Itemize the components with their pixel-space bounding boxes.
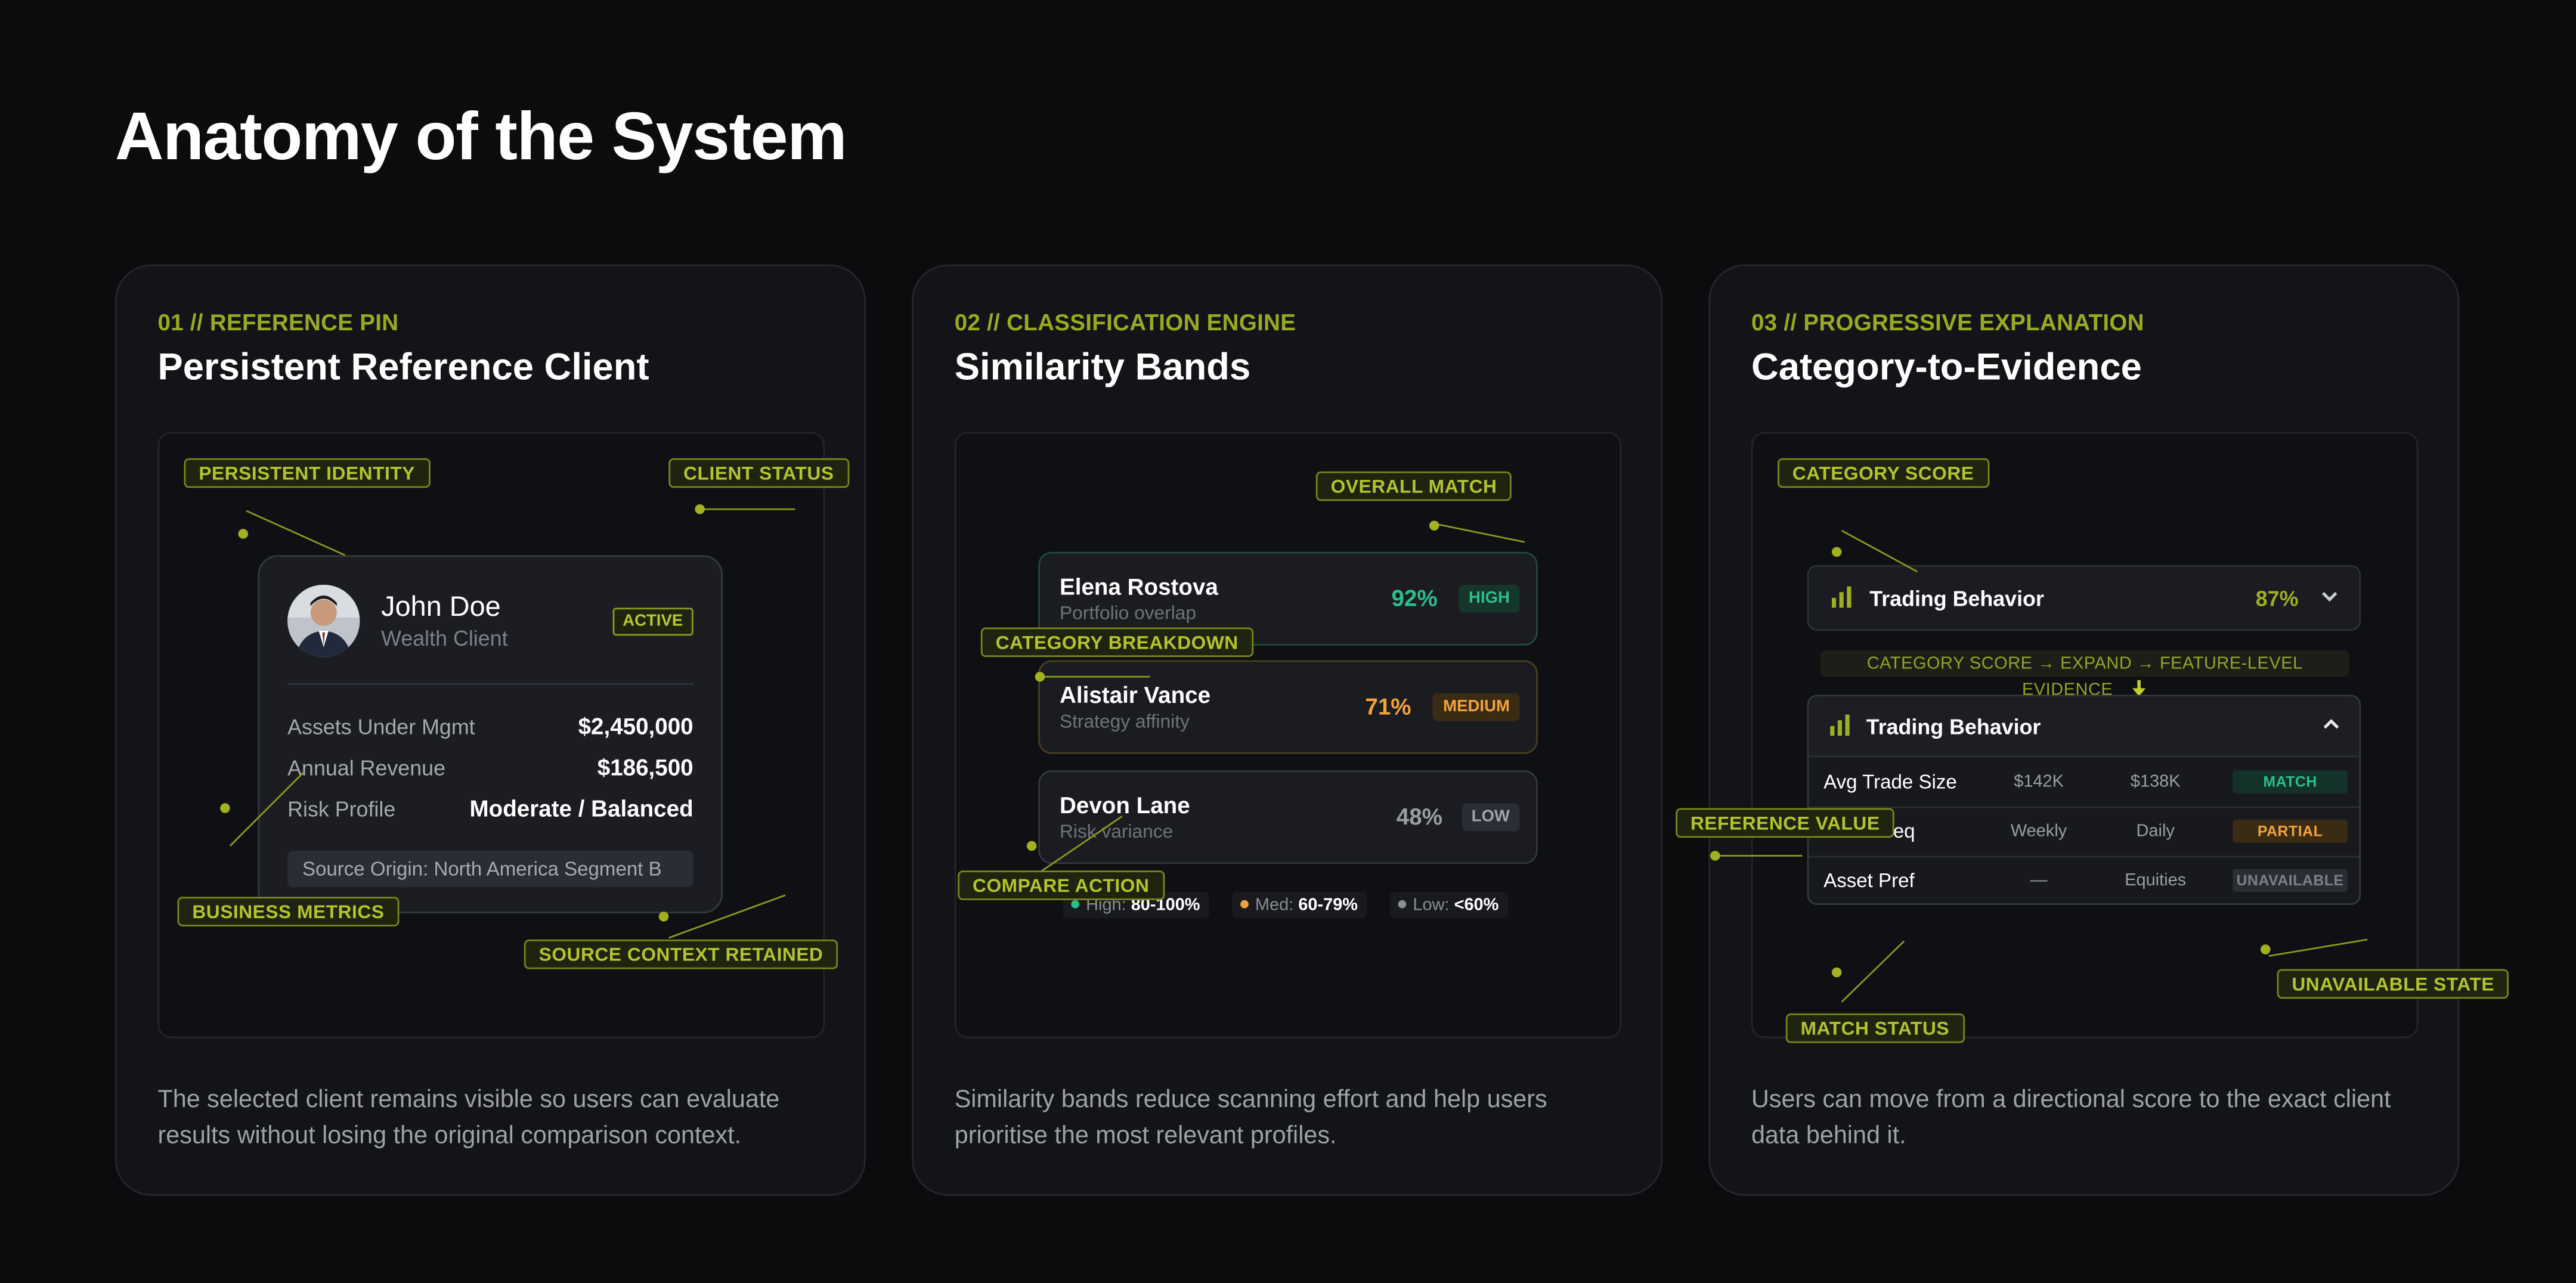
- page-title: Anatomy of the System: [114, 98, 847, 175]
- panel-eyebrow: 02 // CLASSIFICATION ENGINE: [954, 308, 1296, 336]
- feature-name: Asset Pref: [1823, 869, 1915, 892]
- bar-chart-icon: [1830, 714, 1850, 744]
- panel-description: The selected client remains visible so u…: [157, 1086, 780, 1150]
- source-origin: Source Origin: North America Segment B: [287, 851, 693, 887]
- match-name: Elena Rostova: [1060, 573, 1218, 600]
- client-name: John Doe: [381, 591, 501, 623]
- match-row-medium[interactable]: Alistair Vance Strategy affinity 71% MED…: [1038, 660, 1538, 754]
- status-badge-unavailable: UNAVAILABLE: [2233, 869, 2348, 892]
- legend-label: Low:: [1413, 895, 1450, 915]
- chevron-up-icon[interactable]: [2321, 713, 2341, 744]
- legend-dot-icon: [1240, 900, 1249, 909]
- metric-value-revenue: $186,500: [597, 754, 693, 780]
- evidence-header[interactable]: Trading Behavior: [1809, 696, 2360, 758]
- metric-label-revenue: Annual Revenue: [287, 755, 446, 780]
- reference-value: Weekly: [2010, 821, 2067, 841]
- metric-label-aum: Assets Under Mgmt: [287, 714, 475, 739]
- bar-chart-icon: [1831, 586, 1852, 616]
- candidate-value: $138K: [2130, 771, 2181, 792]
- match-percent: 92%: [1391, 584, 1438, 611]
- candidate-value: Daily: [2136, 821, 2175, 841]
- band-badge-medium: MEDIUM: [1433, 693, 1520, 721]
- match-percent: 71%: [1365, 693, 1411, 720]
- chevron-down-icon[interactable]: [2320, 585, 2339, 616]
- band-badge-low: LOW: [1462, 803, 1520, 832]
- flow-hint: CATEGORY SCORE → EXPAND → FEATURE-LEVEL …: [1820, 650, 2349, 700]
- panel-title: Persistent Reference Client: [157, 345, 649, 388]
- candidate-value: Equities: [2125, 870, 2187, 891]
- metric-label-risk: Risk Profile: [287, 797, 396, 822]
- match-subtitle: Risk variance: [1060, 823, 1174, 843]
- panel-title: Category-to-Evidence: [1751, 345, 2142, 388]
- status-badge-partial: PARTIAL: [2233, 819, 2348, 843]
- client-role: Wealth Client: [381, 625, 508, 651]
- match-subtitle: Strategy affinity: [1060, 712, 1190, 733]
- category-score: 87%: [2255, 586, 2299, 611]
- panel-description: Similarity bands reduce scanning effort …: [954, 1086, 1547, 1150]
- status-badge-match: MATCH: [2233, 770, 2348, 794]
- reference-client-card[interactable]: John Doe Wealth Client ACTIVE Assets Und…: [258, 555, 723, 913]
- match-row-low[interactable]: Devon Lane Risk variance 48% LOW: [1038, 770, 1538, 864]
- evidence-row: Avg Trade Size $142K $138K MATCH: [1809, 757, 2360, 808]
- match-percent: 48%: [1396, 803, 1442, 830]
- evidence-row: Asset Pref — Equities UNAVAILABLE: [1809, 856, 2359, 903]
- callout-client-status: CLIENT STATUS: [668, 458, 849, 488]
- panel-eyebrow: 03 // PROGRESSIVE EXPLANATION: [1751, 308, 2144, 336]
- evidence-title: Trading Behavior: [1866, 714, 2041, 739]
- callout-business-metrics: BUSINESS METRICS: [177, 897, 400, 926]
- panel-title: Similarity Bands: [954, 345, 1251, 388]
- category-name: Trading Behavior: [1869, 586, 2044, 611]
- callout-unavailable-state: UNAVAILABLE STATE: [2277, 969, 2509, 999]
- callout-persistent-identity: PERSISTENT IDENTITY: [184, 458, 430, 488]
- match-subtitle: Portfolio overlap: [1060, 604, 1197, 624]
- feature-name: Avg Trade Size: [1823, 770, 1957, 794]
- band-badge-high: HIGH: [1459, 584, 1520, 613]
- callout-category-breakdown: CATEGORY BREAKDOWN: [980, 627, 1253, 658]
- callout-match-status: MATCH STATUS: [1785, 1013, 1964, 1043]
- callout-category-score: CATEGORY SCORE: [1778, 458, 1989, 488]
- legend-range: 60-79%: [1298, 895, 1358, 915]
- legend-medium: Med: 60-79%: [1232, 892, 1368, 919]
- callout-overall-match: OVERALL MATCH: [1315, 471, 1512, 501]
- callout-compare-action: COMPARE ACTION: [958, 870, 1165, 900]
- reference-value: —: [2030, 870, 2048, 891]
- category-row-collapsed[interactable]: Trading Behavior 87%: [1807, 565, 2361, 631]
- legend-range: <60%: [1454, 895, 1499, 915]
- status-badge: ACTIVE: [612, 608, 693, 636]
- canvas: Anatomy of the System 01 // REFERENCE PI…: [0, 0, 2576, 1283]
- evidence-panel-expanded: Trading Behavior Avg Trade Size $142K $1…: [1807, 695, 2361, 906]
- legend-dot-icon: [1398, 900, 1407, 909]
- match-name: Devon Lane: [1060, 791, 1190, 819]
- match-name: Alistair Vance: [1060, 681, 1211, 708]
- legend-label: Med:: [1255, 895, 1294, 915]
- reference-value: $142K: [2014, 771, 2064, 792]
- divider: [287, 683, 693, 685]
- panel-description: Users can move from a directional score …: [1751, 1086, 2391, 1150]
- legend-low: Low: <60%: [1389, 892, 1509, 919]
- callout-source-context: SOURCE CONTEXT RETAINED: [524, 939, 838, 969]
- avatar: [287, 584, 360, 658]
- metric-value-aum: $2,450,000: [578, 712, 693, 739]
- metric-value-risk: Moderate / Balanced: [469, 795, 693, 822]
- panel-eyebrow: 01 // REFERENCE PIN: [157, 308, 399, 336]
- callout-reference-value: REFERENCE VALUE: [1676, 808, 1895, 838]
